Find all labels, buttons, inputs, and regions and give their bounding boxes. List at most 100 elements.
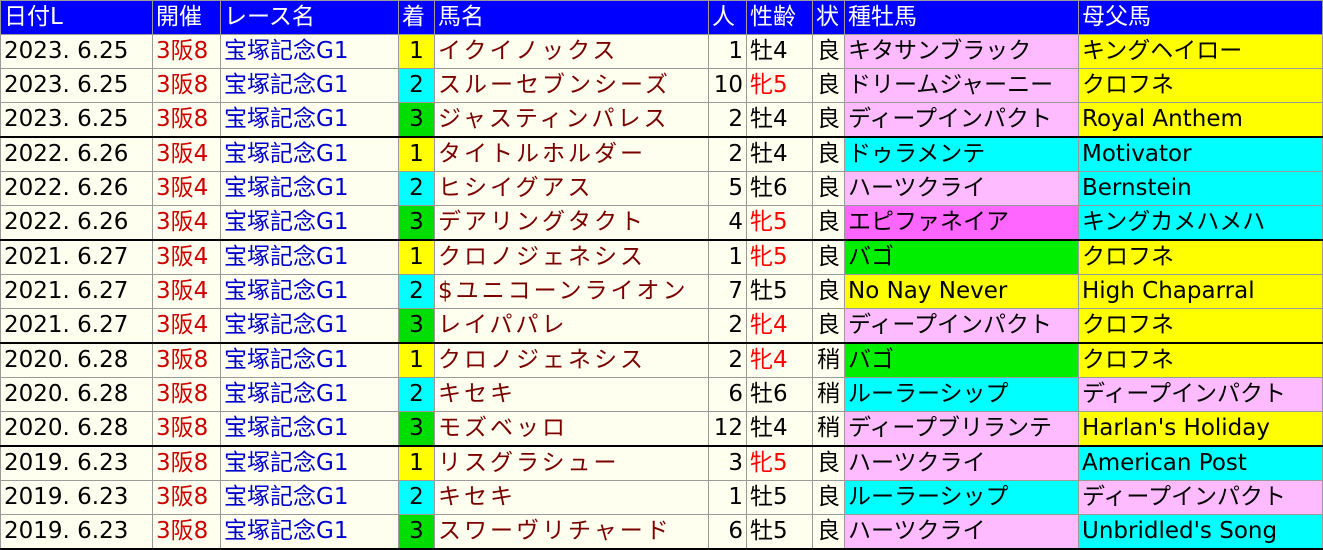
table-row[interactable]: 2020. 6.28 3阪8 宝塚記念G1 2 キセキ 6 牡6 稍ルーラーシップ ディープイン… bbox=[0, 377, 1323, 412]
cell-sex-age: 牡6 bbox=[746, 171, 813, 206]
table-row[interactable]: 2022. 6.26 3阪4 宝塚記念G1 3 デアリングタクト 4 牝5 良エピファネイアキ… bbox=[0, 205, 1323, 241]
cell-sex-age: 牝4 bbox=[746, 342, 813, 378]
cell-finish: 2 bbox=[398, 377, 435, 412]
header-horse-name[interactable]: 馬名 bbox=[434, 0, 709, 35]
cell-horse-name: キセキ bbox=[434, 377, 709, 412]
cell-race-name: 宝塚記念G1 bbox=[220, 136, 399, 172]
cell-sex-age: 牝4 bbox=[746, 308, 813, 344]
cell-popularity: 2 bbox=[708, 102, 747, 138]
cell-track-condition: 良 bbox=[812, 308, 845, 344]
cell-date: 2022. 6.26 bbox=[0, 205, 153, 241]
table-row[interactable]: 2019. 6.23 3阪8 宝塚記念G1 2 キセキ 1 牡5 良ルーラーシップ ディープイン… bbox=[0, 480, 1323, 515]
cell-sire: バゴ bbox=[844, 239, 1079, 275]
cell-date: 2023. 6.25 bbox=[0, 68, 153, 103]
header-popularity[interactable]: 人 bbox=[708, 0, 747, 35]
cell-horse-name: クロノジェネシス bbox=[434, 239, 709, 275]
cell-venue: 3阪8 bbox=[152, 342, 221, 378]
header-race-name[interactable]: レース名 bbox=[220, 0, 399, 35]
header-sire[interactable]: 種牡馬 bbox=[844, 0, 1079, 35]
table-row[interactable]: 2023. 6.25 3阪8 宝塚記念G1 2 スルーセブンシーズ 10 牝5 良ドリームジャ… bbox=[0, 68, 1323, 103]
table-row[interactable]: 2021. 6.27 3阪4 宝塚記念G1 3 レイパパレ 2 牝4 良ディープインパクト クロ… bbox=[0, 308, 1323, 344]
table-row[interactable]: 2020. 6.28 3阪8 宝塚記念G1 1 クロノジェネシス 2 牝4 稍バゴ クロフネ bbox=[0, 342, 1323, 378]
table-row[interactable]: 2023. 6.25 3阪8 宝塚記念G1 3 ジャスティンパレス 2 牡4 良ディープインパ… bbox=[0, 102, 1323, 138]
cell-race-name: 宝塚記念G1 bbox=[220, 411, 399, 447]
table-row[interactable]: 2019. 6.23 3阪8 宝塚記念G1 1 リスグラシュー 3 牝5 良ハーツクライ Ame… bbox=[0, 445, 1323, 481]
cell-race-name: 宝塚記念G1 bbox=[220, 480, 399, 515]
cell-date: 2019. 6.23 bbox=[0, 514, 153, 550]
cell-sire: ドゥラメンテ bbox=[844, 136, 1079, 172]
cell-sire: ルーラーシップ bbox=[844, 377, 1079, 412]
cell-race-name: 宝塚記念G1 bbox=[220, 102, 399, 138]
cell-track-condition: 良 bbox=[812, 239, 845, 275]
cell-finish: 3 bbox=[398, 102, 435, 138]
cell-finish: 1 bbox=[398, 445, 435, 481]
cell-horse-name: ヒシイグアス bbox=[434, 171, 709, 206]
cell-sex-age: 牡4 bbox=[746, 102, 813, 138]
cell-popularity: 1 bbox=[708, 480, 747, 515]
cell-popularity: 2 bbox=[708, 342, 747, 378]
table-row[interactable]: 2021. 6.27 3阪4 宝塚記念G1 2 $ユニコーンライオン 7 牡5 良 No Nay… bbox=[0, 274, 1323, 309]
cell-horse-name: モズベッロ bbox=[434, 411, 709, 447]
header-row: 日付L 開催 レース名 着 馬名 人 性齢 状 種牡馬 母父馬 bbox=[0, 0, 1323, 35]
cell-sire: ハーツクライ bbox=[844, 514, 1079, 550]
cell-finish: 1 bbox=[398, 136, 435, 172]
cell-damsire: クロフネ bbox=[1078, 239, 1323, 275]
cell-damsire: ディープインパクト bbox=[1078, 480, 1323, 515]
cell-sex-age: 牝5 bbox=[746, 445, 813, 481]
cell-venue: 3阪4 bbox=[152, 239, 221, 275]
cell-venue: 3阪8 bbox=[152, 102, 221, 138]
cell-sire: ドリームジャーニー bbox=[844, 68, 1079, 103]
header-venue[interactable]: 開催 bbox=[152, 0, 221, 35]
cell-damsire: Harlan's Holiday bbox=[1078, 411, 1323, 447]
cell-track-condition: 稍 bbox=[812, 377, 845, 412]
cell-finish: 3 bbox=[398, 514, 435, 550]
cell-race-name: 宝塚記念G1 bbox=[220, 239, 399, 275]
cell-race-name: 宝塚記念G1 bbox=[220, 342, 399, 378]
header-track-condition[interactable]: 状 bbox=[812, 0, 845, 35]
table-row[interactable]: 2023. 6.25 3阪8 宝塚記念G1 1 イクイノックス 1 牡4 良キタサンブラックキ… bbox=[0, 34, 1323, 69]
cell-popularity: 5 bbox=[708, 171, 747, 206]
header-damsire[interactable]: 母父馬 bbox=[1078, 0, 1323, 35]
cell-sex-age: 牡4 bbox=[746, 34, 813, 69]
cell-popularity: 2 bbox=[708, 136, 747, 172]
cell-sex-age: 牝5 bbox=[746, 68, 813, 103]
cell-sex-age: 牝5 bbox=[746, 205, 813, 241]
cell-horse-name: デアリングタクト bbox=[434, 205, 709, 241]
cell-damsire: クロフネ bbox=[1078, 68, 1323, 103]
cell-race-name: 宝塚記念G1 bbox=[220, 34, 399, 69]
cell-sire: ディープインパクト bbox=[844, 308, 1079, 344]
header-sex-age[interactable]: 性齢 bbox=[746, 0, 813, 35]
header-date[interactable]: 日付L bbox=[0, 0, 153, 35]
cell-popularity: 3 bbox=[708, 445, 747, 481]
cell-date: 2020. 6.28 bbox=[0, 411, 153, 447]
table-row[interactable]: 2022. 6.26 3阪4 宝塚記念G1 2 ヒシイグアス 5 牡6 良ハーツクライ Bern… bbox=[0, 171, 1323, 206]
cell-venue: 3阪8 bbox=[152, 480, 221, 515]
table-row[interactable]: 2021. 6.27 3阪4 宝塚記念G1 1 クロノジェネシス 1 牝5 良バゴ クロフネ bbox=[0, 239, 1323, 275]
cell-horse-name: レイパパレ bbox=[434, 308, 709, 344]
cell-date: 2021. 6.27 bbox=[0, 308, 153, 344]
cell-damsire: American Post bbox=[1078, 445, 1323, 481]
cell-venue: 3阪8 bbox=[152, 34, 221, 69]
cell-finish: 3 bbox=[398, 308, 435, 344]
cell-race-name: 宝塚記念G1 bbox=[220, 274, 399, 309]
table-row[interactable]: 2022. 6.26 3阪4 宝塚記念G1 1 タイトルホルダー 2 牡4 良ドゥラメンテ Mo… bbox=[0, 136, 1323, 172]
cell-date: 2019. 6.23 bbox=[0, 480, 153, 515]
header-finish[interactable]: 着 bbox=[398, 0, 435, 35]
cell-venue: 3阪4 bbox=[152, 205, 221, 241]
cell-venue: 3阪4 bbox=[152, 274, 221, 309]
cell-finish: 1 bbox=[398, 34, 435, 69]
cell-damsire: クロフネ bbox=[1078, 342, 1323, 378]
cell-venue: 3阪8 bbox=[152, 445, 221, 481]
cell-track-condition: 良 bbox=[812, 274, 845, 309]
table-row[interactable]: 2020. 6.28 3阪8 宝塚記念G1 3 モズベッロ 12 牡4 稍ディープブリランテ H… bbox=[0, 411, 1323, 447]
results-table: 日付L 開催 レース名 着 馬名 人 性齢 状 種牡馬 母父馬 2023. 6.… bbox=[0, 0, 1323, 550]
cell-track-condition: 良 bbox=[812, 136, 845, 172]
table-row[interactable]: 2019. 6.23 3阪8 宝塚記念G1 3 スワーヴリチャード 6 牡5 良ハーツクライ U… bbox=[0, 514, 1323, 550]
cell-horse-name: リスグラシュー bbox=[434, 445, 709, 481]
cell-finish: 1 bbox=[398, 342, 435, 378]
cell-popularity: 2 bbox=[708, 308, 747, 344]
cell-date: 2020. 6.28 bbox=[0, 342, 153, 378]
cell-finish: 3 bbox=[398, 205, 435, 241]
cell-sire: ディープブリランテ bbox=[844, 411, 1079, 447]
cell-venue: 3阪4 bbox=[152, 136, 221, 172]
